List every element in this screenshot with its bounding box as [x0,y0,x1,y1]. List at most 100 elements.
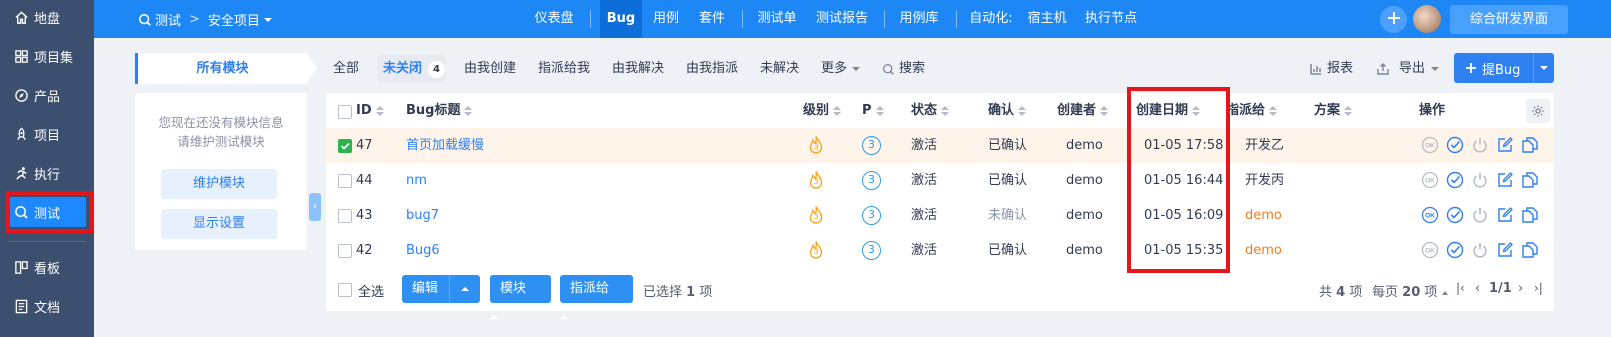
copy-icon[interactable] [1521,171,1541,191]
batch-module-button[interactable]: 模块 [490,275,551,319]
display-settings-button[interactable]: 显示设置 [161,209,277,239]
first-page-icon[interactable]: |‹ [1456,281,1465,295]
chevron-up-icon[interactable] [461,287,469,291]
copy-icon[interactable] [1521,206,1541,226]
row-checkbox[interactable] [338,209,352,223]
export-button[interactable]: 导出 [1376,59,1440,79]
table-row[interactable]: 47 首页加载缓慢 3 3 激活 已确认 demo 01-05 17:58 开发乙 OK [326,128,1554,163]
copy-icon[interactable] [1521,136,1541,156]
resolve-check-icon[interactable] [1446,206,1466,226]
column-header-status[interactable]: 状态 [911,100,950,122]
confirm-ok-icon[interactable]: OK [1421,241,1441,261]
nav-bug[interactable]: Bug [600,0,642,38]
sidebar-item-kanban[interactable]: 看板 [8,252,86,282]
copy-icon[interactable] [1521,241,1541,261]
add-bug-button[interactable]: 提Bug [1454,53,1554,83]
nav-testreport[interactable]: 测试报告 [812,0,872,38]
edit-icon[interactable] [1496,136,1516,156]
column-header-label: 指派给 [1226,103,1266,118]
confirm-ok-icon[interactable]: OK [1421,136,1441,156]
sidebar-item-execution[interactable]: 执行 [8,158,86,188]
batch-assign-button[interactable]: 指派给 [560,275,633,319]
chevron-down-icon[interactable] [263,17,272,22]
edit-icon[interactable] [1496,206,1516,226]
cell-assigned-to[interactable]: 开发乙 [1245,128,1284,163]
column-header-severity[interactable]: 级别 [803,100,842,122]
report-button[interactable]: 报表 [1309,59,1353,79]
breadcrumb-project[interactable]: 安全项目 [208,10,260,29]
sort-icon [1018,106,1027,116]
table-row[interactable]: 44 nm 3 3 激活 已确认 demo 01-05 16:44 开发丙 OK [326,163,1554,198]
batch-edit-button[interactable]: 编辑 [402,275,480,303]
filter-assigned-by-me[interactable]: 由我指派 [686,59,738,79]
confirm-ok-icon[interactable]: OK [1421,171,1441,191]
nav-exec-node[interactable]: 执行节点 [1080,0,1142,38]
column-header-priority[interactable]: P [862,100,884,122]
filter-unresolved[interactable]: 未解决 [760,59,799,79]
edit-icon[interactable] [1496,241,1516,261]
filter-assigned-to-me[interactable]: 指派给我 [538,59,590,79]
resolve-check-icon[interactable] [1446,136,1466,156]
table-row[interactable]: 42 Bug6 3 3 激活 已确认 demo 01-05 15:35 demo OK [326,233,1554,268]
row-checkbox[interactable] [338,244,352,258]
close-power-icon[interactable] [1471,241,1491,261]
select-all-label[interactable]: 全选 [358,281,384,300]
column-header-creator[interactable]: 创建者 [1057,100,1109,122]
close-power-icon[interactable] [1471,136,1491,156]
sort-icon [1100,106,1109,116]
sidebar-item-dashboard[interactable]: 地盘 [8,2,86,32]
header-checkbox[interactable] [338,105,352,119]
nav-dashboard[interactable]: 仪表盘 [528,0,580,38]
prev-page-icon[interactable]: ‹ [1475,281,1480,296]
column-header-assigned-to[interactable]: 指派给 [1226,100,1278,122]
column-header-resolution[interactable]: 方案 [1314,100,1353,122]
interface-switch-button[interactable]: 综合研发界面 [1450,5,1568,34]
cell-assigned-to[interactable]: 开发丙 [1245,163,1284,198]
nav-host[interactable]: 宿主机 [1024,0,1070,38]
filter-created-by-me[interactable]: 由我创建 [464,59,516,79]
sidebar-item-program[interactable]: 项目集 [8,41,86,71]
search-toggle[interactable]: 搜索 [882,59,925,79]
sidebar-item-project[interactable]: 项目 [8,119,86,149]
module-tab-all[interactable]: 所有模块 [135,53,317,84]
per-page-selector[interactable]: 每页 20 项 [1372,281,1448,300]
filter-more[interactable]: 更多 [821,59,861,79]
nav-testtask[interactable]: 测试单 [754,0,800,38]
filter-all[interactable]: 全部 [333,59,359,79]
close-power-icon[interactable] [1471,171,1491,191]
confirm-ok-icon[interactable]: OK [1421,206,1441,226]
nav-case[interactable]: 用例 [650,0,682,38]
cell-title-link[interactable]: nm [406,163,427,198]
table-row[interactable]: 43 bug7 3 3 激活 未确认 demo 01-05 16:09 demo OK [326,198,1554,233]
resolve-check-icon[interactable] [1446,171,1466,191]
filter-resolved-by-me[interactable]: 由我解决 [612,59,664,79]
column-header-title[interactable]: Bug标题 [406,100,473,122]
cell-assigned-to[interactable]: demo [1245,198,1282,233]
chevron-down-icon[interactable] [1540,66,1548,70]
row-checkbox[interactable] [338,139,352,153]
filter-unclosed[interactable]: 未关闭 4 [383,59,446,79]
create-button[interactable] [1380,6,1407,33]
cell-title-link[interactable]: 首页加载缓慢 [406,128,484,163]
sidebar-item-doc[interactable]: 文档 [8,291,86,321]
sidebar-item-product[interactable]: 产品 [8,80,86,110]
breadcrumb-module[interactable]: 测试 [155,10,181,29]
nav-caselib[interactable]: 用例库 [896,0,942,38]
row-checkbox[interactable] [338,174,352,188]
cell-assigned-to[interactable]: demo [1245,233,1282,268]
table-settings-button[interactable] [1526,99,1550,123]
maintain-module-button[interactable]: 维护模块 [161,169,277,199]
resolve-check-icon[interactable] [1446,241,1466,261]
collapse-sidebar-handle[interactable]: ‹ [309,193,321,221]
last-page-icon[interactable]: ›| [1534,281,1543,295]
close-power-icon[interactable] [1471,206,1491,226]
edit-icon[interactable] [1496,171,1516,191]
cell-title-link[interactable]: Bug6 [406,233,440,268]
avatar[interactable] [1413,5,1441,33]
select-all-checkbox[interactable] [338,283,352,297]
column-header-id[interactable]: ID [356,100,384,122]
next-page-icon[interactable]: › [1518,281,1523,296]
column-header-confirmed[interactable]: 确认 [988,100,1027,122]
nav-suite[interactable]: 套件 [696,0,728,38]
cell-title-link[interactable]: bug7 [406,198,439,233]
